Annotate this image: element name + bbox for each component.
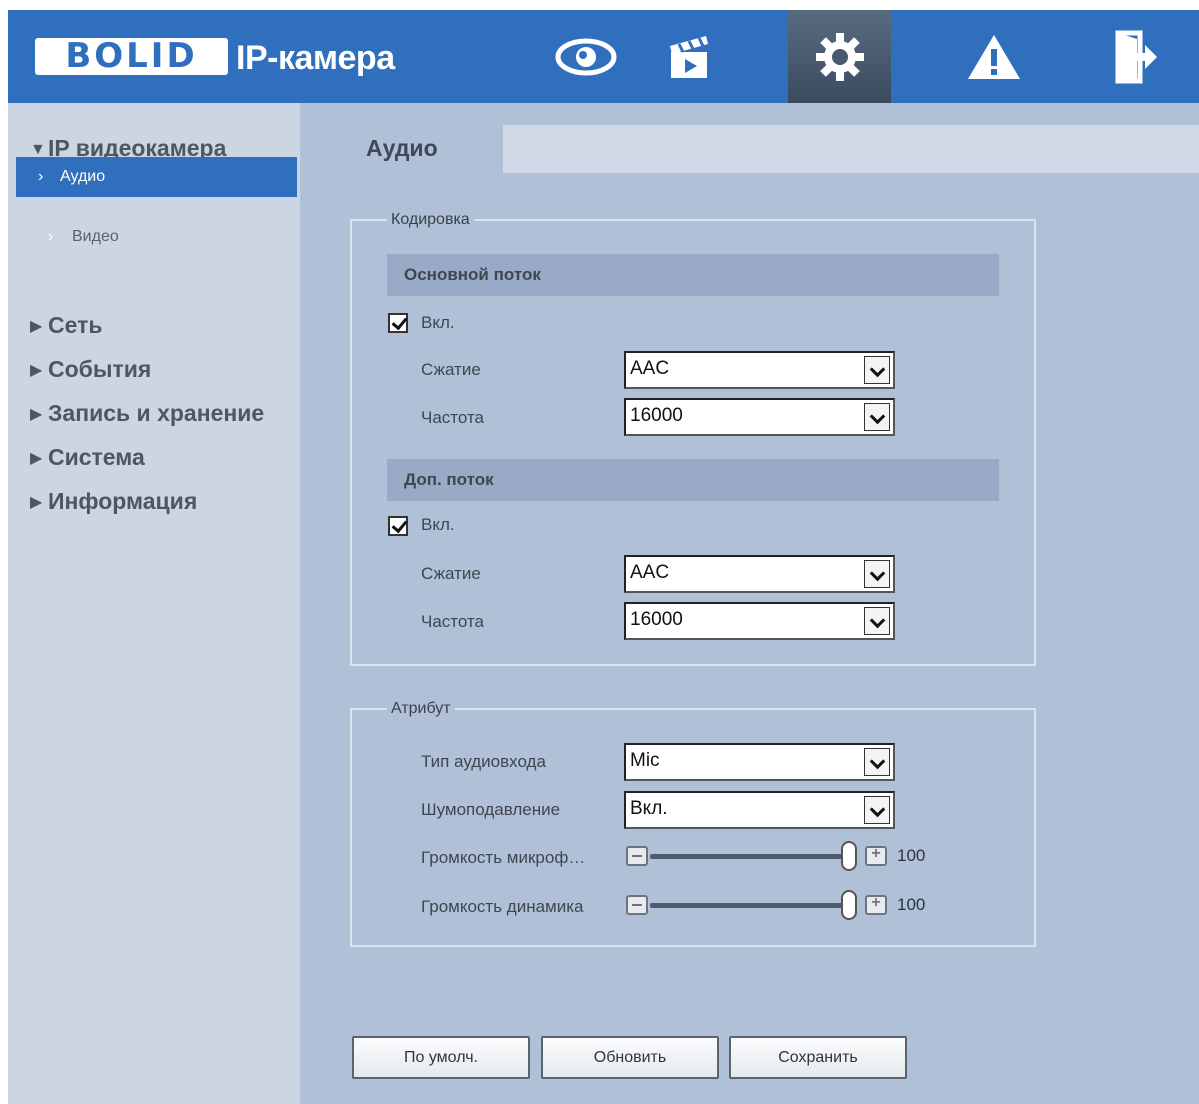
sidebar-item-network[interactable]: ▶ Сеть	[30, 309, 322, 341]
chevron-down-icon	[864, 607, 890, 635]
sidebar-item-label: Система	[48, 444, 145, 470]
select-value: AAC	[630, 358, 670, 379]
logo-text: BOLID	[65, 36, 198, 76]
sidebar-item-events[interactable]: ▶ События	[30, 353, 322, 385]
main-stream-frequency-select[interactable]: 16000	[624, 398, 895, 436]
sidebar: ▼IP видеокамера ›Условия ›Видео ▶Сеть ▶С…	[8, 103, 300, 1104]
mic-volume-value: 100	[897, 846, 926, 865]
nav-alarm[interactable]	[942, 10, 1045, 103]
sidebar-item-storage[interactable]: ▶ Запись и хранение	[30, 397, 322, 429]
mic-volume-slider-track[interactable]	[650, 854, 842, 859]
sidebar-item-label: Информация	[48, 488, 198, 514]
chevron-right-icon: ›	[48, 228, 54, 245]
triangle-right-icon: ▶	[30, 362, 43, 379]
triangle-right-icon: ▶	[30, 406, 43, 423]
sidebar-item-info[interactable]: ▶ Информация	[30, 485, 322, 517]
chevron-right-icon: ›	[38, 168, 44, 185]
main-stream-compression-label: Сжатие	[421, 360, 481, 379]
sub-stream-enable-label: Вкл.	[421, 515, 455, 534]
eye-icon	[555, 38, 616, 75]
nav-settings[interactable]	[788, 10, 891, 103]
sidebar-item-label: События	[48, 356, 152, 382]
sidebar-item-audio[interactable]: › Аудио	[16, 157, 297, 197]
sub-stream-enable-checkbox[interactable]	[388, 516, 408, 536]
select-value: 16000	[630, 609, 683, 630]
sidebar-item-system[interactable]: ▶ Система	[30, 441, 322, 473]
attribute-legend: Атрибут	[391, 700, 451, 717]
speaker-volume-slider-track[interactable]	[650, 903, 842, 908]
mic-volume-decrease-button[interactable]	[626, 846, 648, 866]
chevron-down-icon	[864, 796, 890, 824]
speaker-volume-slider-thumb[interactable]	[841, 890, 857, 920]
input-type-label: Тип аудиовхода	[421, 752, 546, 771]
speaker-volume-decrease-button[interactable]	[626, 895, 648, 915]
mic-volume-label: Громкость микроф…	[421, 848, 586, 867]
noise-reduction-select[interactable]: Вкл.	[624, 791, 895, 829]
nav-logout[interactable]	[1085, 10, 1188, 103]
bolid-logo: BOLID	[35, 38, 228, 75]
select-value: AAC	[630, 562, 670, 583]
input-type-select[interactable]: Mic	[624, 743, 895, 781]
main-stream-compression-select[interactable]: AAC	[624, 351, 895, 389]
speaker-volume-label: Громкость динамика	[421, 897, 584, 916]
select-value: 16000	[630, 405, 683, 426]
chevron-down-icon	[864, 356, 890, 384]
noise-reduction-label: Шумоподавление	[421, 800, 561, 819]
top-header: BOLID IP-камера	[8, 10, 1199, 103]
select-value: Mic	[630, 750, 660, 771]
chevron-down-icon	[864, 403, 890, 431]
sub-stream-frequency-select[interactable]: 16000	[624, 602, 895, 640]
warning-icon	[967, 34, 1020, 79]
default-button[interactable]: По умолч.	[352, 1036, 530, 1079]
speaker-volume-value: 100	[897, 895, 926, 914]
main-stream-header: Основной поток	[387, 254, 999, 296]
triangle-right-icon: ▶	[30, 318, 43, 335]
chevron-down-icon	[864, 560, 890, 588]
main-stream-enable-label: Вкл.	[421, 313, 455, 332]
sidebar-item-label: Сеть	[48, 312, 103, 338]
logout-icon	[1115, 30, 1157, 83]
app-title: IP-камера	[236, 39, 395, 77]
refresh-button[interactable]: Обновить	[541, 1036, 719, 1079]
sub-stream-frequency-label: Частота	[421, 612, 485, 631]
triangle-right-icon: ▶	[30, 494, 43, 511]
main-stream-enable-checkbox[interactable]	[388, 313, 408, 333]
save-button[interactable]: Сохранить	[729, 1036, 907, 1079]
encoding-legend: Кодировка	[391, 211, 470, 228]
nav-live-view[interactable]	[534, 10, 637, 103]
sidebar-item-label: Запись и хранение	[48, 400, 265, 426]
tab-audio[interactable]: Аудио	[300, 125, 503, 173]
gear-icon	[815, 32, 864, 81]
sidebar-item-label: Видео	[72, 228, 119, 245]
chevron-down-icon	[864, 748, 890, 776]
sub-stream-header: Доп. поток	[387, 459, 999, 501]
mic-volume-increase-button[interactable]	[865, 845, 887, 866]
mic-volume-slider-thumb[interactable]	[841, 841, 857, 871]
main-content: Аудио Кодировка Основной поток Вкл. Сжат…	[300, 103, 1199, 1104]
speaker-volume-increase-button[interactable]	[865, 894, 887, 915]
nav-playback[interactable]	[637, 10, 740, 103]
sub-stream-compression-select[interactable]: AAC	[624, 555, 895, 593]
main-stream-frequency-label: Частота	[421, 408, 485, 427]
triangle-right-icon: ▶	[30, 450, 43, 467]
sidebar-item-video[interactable]: › Видео	[48, 224, 340, 250]
sidebar-item-label: Аудио	[60, 168, 106, 185]
clapperboard-icon	[669, 35, 708, 78]
sub-stream-compression-label: Сжатие	[421, 564, 481, 583]
select-value: Вкл.	[630, 798, 668, 819]
